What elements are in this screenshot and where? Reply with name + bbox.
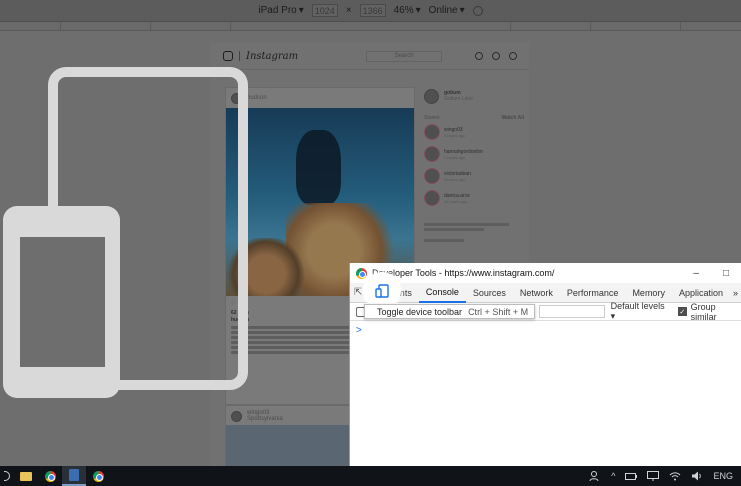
story-username: hannahgordonlim <box>444 148 483 155</box>
chevron-up-icon[interactable]: ^ <box>611 471 615 481</box>
device-mode-illustration-icon <box>3 67 248 398</box>
devtools-titlebar: Developer Tools - https://www.instagram.… <box>350 263 741 283</box>
story-item[interactable]: wingo03 5 hours ago <box>424 121 524 143</box>
chevron-down-icon: ▾ <box>610 311 616 321</box>
chrome-taskbar-icon[interactable] <box>38 466 62 486</box>
tab-performance[interactable]: Performance <box>560 283 626 303</box>
search-placeholder: Search <box>394 53 414 59</box>
story-time: 5 hours ago <box>444 132 466 138</box>
device-name: iPad Pro <box>258 5 297 16</box>
display-icon[interactable] <box>647 471 660 481</box>
chrome-taskbar-icon[interactable] <box>86 466 110 486</box>
tooltip-label: Toggle device toolbar <box>377 306 463 317</box>
taskbar: ^ ENG <box>0 466 741 486</box>
stories-list: wingo03 5 hours ago hannahgordonlim 7 hour… <box>424 121 524 209</box>
tooltip-shortcut: Ctrl + Shift + M <box>468 306 529 317</box>
zoom-value: 46% <box>393 5 414 16</box>
chevron-down-icon: ▾ <box>298 5 304 16</box>
chrome-icon <box>356 267 367 279</box>
tab-memory[interactable]: Memory <box>625 283 672 303</box>
tooltip: Toggle device toolbar Ctrl + Shift + M <box>364 304 536 319</box>
story-avatar <box>424 190 440 206</box>
story-username: wingo03 <box>444 126 463 133</box>
story-username: danica.arce <box>444 192 470 199</box>
system-tray: ^ ENG <box>589 470 741 482</box>
avatar <box>424 88 439 104</box>
tab-application[interactable]: Application <box>672 283 730 303</box>
zoom-select[interactable]: 46% ▾ <box>394 5 421 16</box>
story-avatar <box>424 146 440 162</box>
sidebar: gobum Gobum Lane Stories Watch All wingo… <box>424 87 524 244</box>
story-avatar <box>424 124 440 140</box>
devtools-title: Developer Tools - https://www.instagram.… <box>372 268 555 278</box>
chevron-down-icon: ▾ <box>415 5 421 16</box>
console-filter-input[interactable] <box>538 305 605 318</box>
rotate-icon[interactable] <box>472 5 483 16</box>
story-item[interactable]: hannahgordonlim 7 hours ago <box>424 143 524 165</box>
height-input[interactable]: 1366 <box>359 4 386 17</box>
battery-icon[interactable] <box>625 471 638 481</box>
story-item[interactable]: victoriadean 9 hours ago <box>424 165 524 187</box>
width-input[interactable]: 1024 <box>311 4 338 17</box>
minimize-button[interactable]: – <box>693 268 699 279</box>
word-icon[interactable] <box>62 466 86 486</box>
log-levels-select[interactable]: Default levels ▾ <box>611 301 669 322</box>
sidebar-footer <box>424 223 524 242</box>
throttle-select[interactable]: Online ▾ <box>429 5 465 16</box>
device-toolbar: iPad Pro ▾ 1024 × 1366 46% ▾ Online ▾ <box>0 0 741 22</box>
devtools-tabbar: ⇱ Elements Console Sources Network Perfo… <box>350 283 741 303</box>
device-select[interactable]: iPad Pro ▾ <box>258 5 303 16</box>
group-similar-label: Group similar <box>690 301 717 322</box>
people-icon[interactable] <box>589 470 601 482</box>
heart-icon[interactable] <box>492 52 500 60</box>
tab-console[interactable]: Console <box>418 283 466 303</box>
watch-all-link[interactable]: Watch All <box>502 115 524 121</box>
log-levels-label: Default levels <box>610 301 665 311</box>
start-icon[interactable] <box>0 466 14 486</box>
throttle-value: Online <box>428 5 458 16</box>
profile-icon[interactable] <box>509 52 517 60</box>
media-query-ruler <box>0 22 741 31</box>
console-prompt[interactable]: > <box>350 321 741 340</box>
current-user[interactable]: gobum Gobum Lane <box>424 87 524 105</box>
file-explorer-icon[interactable] <box>14 466 38 486</box>
group-similar-checkbox[interactable]: ✓ <box>678 307 687 316</box>
stories-label: Stories <box>424 115 440 121</box>
search-input[interactable]: Search <box>366 50 443 62</box>
story-time: 7 hours ago <box>444 154 466 160</box>
tab-sources[interactable]: Sources <box>466 283 513 303</box>
tab-network[interactable]: Network <box>513 283 560 303</box>
story-item[interactable]: danica.arce 10 hours ago <box>424 187 524 209</box>
story-avatar <box>424 168 440 184</box>
dimension-separator: × <box>345 5 352 16</box>
volume-icon[interactable] <box>691 471 703 481</box>
compass-icon[interactable] <box>475 52 483 60</box>
story-time: 9 hours ago <box>444 176 466 182</box>
story-time: 10 hours ago <box>444 198 468 204</box>
inspect-element-icon[interactable]: ⇱ <box>354 285 362 301</box>
story-username: victoriadean <box>444 170 471 177</box>
devtools-window: Developer Tools - https://www.instagram.… <box>349 263 741 471</box>
chevron-down-icon: ▾ <box>459 5 465 16</box>
more-tabs-button[interactable]: » <box>730 283 741 303</box>
wifi-icon[interactable] <box>669 471 681 481</box>
language-indicator[interactable]: ENG <box>713 471 733 481</box>
maximize-button[interactable]: □ <box>723 268 729 279</box>
device-toolbar-icon <box>375 284 389 298</box>
avatar[interactable] <box>231 410 242 422</box>
post-location[interactable]: Spottsylvania <box>247 416 283 422</box>
current-user-fullname: Gobum Lane <box>444 96 473 102</box>
